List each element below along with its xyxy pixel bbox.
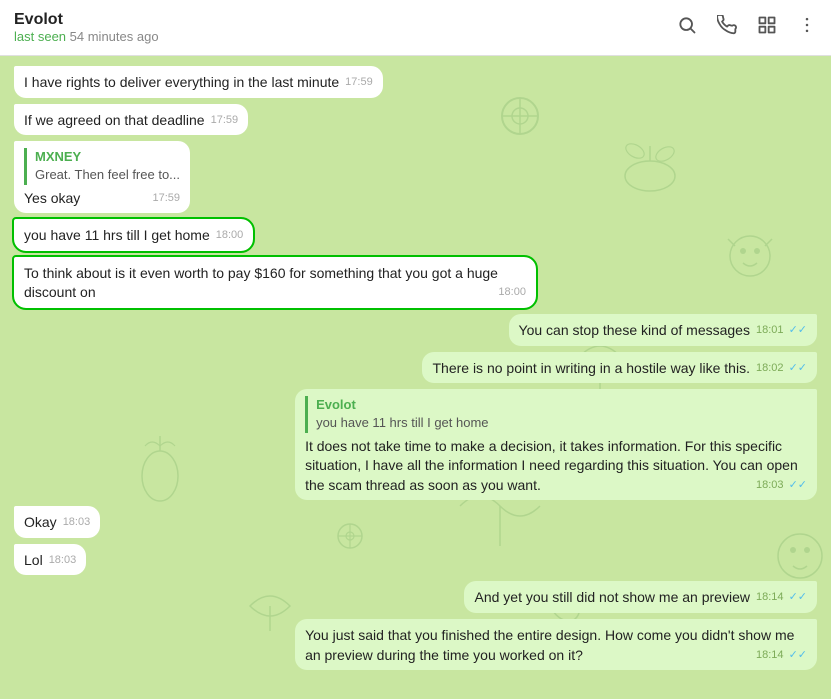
- message-time: 18:03: [49, 553, 77, 568]
- message-time: 18:14 ✓✓: [756, 590, 807, 605]
- bubble-incoming-highlighted: you have 11 hrs till I get home 18:00: [14, 219, 253, 251]
- read-receipts: ✓✓: [789, 362, 807, 374]
- read-receipts: ✓✓: [789, 649, 807, 661]
- message-row: I have rights to deliver everything in t…: [14, 66, 817, 98]
- message-time: 18:03: [63, 515, 91, 530]
- message-text: Yes okay: [24, 190, 80, 206]
- contact-status: last seen 54 minutes ago: [14, 29, 677, 44]
- bubble-incoming: MXNEY Great. Then feel free to... Yes ok…: [14, 141, 190, 213]
- bubble-outgoing: Evolot you have 11 hrs till I get home I…: [295, 389, 817, 500]
- message-time: 17:59: [152, 191, 180, 206]
- bubble-incoming-highlighted: To think about is it even worth to pay $…: [14, 257, 536, 308]
- more-icon[interactable]: [797, 15, 817, 41]
- message-row: Evolot you have 11 hrs till I get home I…: [14, 389, 817, 500]
- message-text: There is no point in writing in a hostil…: [432, 360, 749, 376]
- chat-area: I have rights to deliver everything in t…: [0, 56, 831, 699]
- message-text: And yet you still did not show me an pre…: [474, 589, 749, 605]
- quote-author: MXNEY: [35, 148, 180, 166]
- message-row: You can stop these kind of messages 18:0…: [14, 314, 817, 346]
- phone-icon[interactable]: [717, 15, 737, 41]
- header-info: Evolot last seen 54 minutes ago: [14, 11, 677, 44]
- message-text: To think about is it even worth to pay $…: [24, 265, 498, 301]
- bubble-incoming: Okay 18:03: [14, 506, 100, 538]
- chat-header: Evolot last seen 54 minutes ago: [0, 0, 831, 56]
- quote-block: MXNEY Great. Then feel free to...: [24, 148, 180, 184]
- message-row: You just said that you finished the enti…: [14, 619, 817, 670]
- bubble-incoming: Lol 18:03: [14, 544, 86, 576]
- read-receipts: ✓✓: [789, 591, 807, 603]
- read-receipts: ✓✓: [789, 479, 807, 491]
- message-time: 17:59: [345, 75, 373, 90]
- status-prefix: last seen: [14, 29, 70, 44]
- message-text: If we agreed on that deadline: [24, 112, 205, 128]
- message-text: Lol: [24, 552, 43, 568]
- message-row: Lol 18:03: [14, 544, 817, 576]
- message-text: You just said that you finished the enti…: [305, 627, 794, 663]
- message-time: 18:14 ✓✓: [756, 648, 807, 663]
- read-receipts: ✓✓: [789, 324, 807, 336]
- quote-text: you have 11 hrs till I get home: [316, 414, 807, 432]
- layout-icon[interactable]: [757, 15, 777, 41]
- search-icon[interactable]: [677, 15, 697, 41]
- message-text: It does not take time to make a decision…: [305, 438, 798, 493]
- message-row: MXNEY Great. Then feel free to... Yes ok…: [14, 141, 817, 213]
- message-time: 17:59: [211, 113, 239, 128]
- message-time: 18:00: [216, 228, 244, 243]
- status-time: 54 minutes ago: [70, 29, 159, 44]
- message-time: 18:02 ✓✓: [756, 361, 807, 376]
- quote-block: Evolot you have 11 hrs till I get home: [305, 396, 807, 432]
- bubble-incoming: If we agreed on that deadline 17:59: [14, 104, 248, 136]
- quote-text: Great. Then feel free to...: [35, 166, 180, 184]
- message-row: If we agreed on that deadline 17:59: [14, 104, 817, 136]
- bubble-incoming: I have rights to deliver everything in t…: [14, 66, 383, 98]
- message-time: 18:03 ✓✓: [756, 478, 807, 493]
- message-row: And yet you still did not show me an pre…: [14, 581, 817, 613]
- message-time: 18:01 ✓✓: [756, 323, 807, 338]
- message-row: Okay 18:03: [14, 506, 817, 538]
- message-row: you have 11 hrs till I get home 18:00: [14, 219, 817, 251]
- message-text: I have rights to deliver everything in t…: [24, 74, 339, 90]
- message-time: 18:00: [498, 285, 526, 300]
- bubble-outgoing: And yet you still did not show me an pre…: [464, 581, 817, 613]
- message-text: Okay: [24, 514, 57, 530]
- message-text: you have 11 hrs till I get home: [24, 227, 210, 243]
- bubble-outgoing: You just said that you finished the enti…: [295, 619, 817, 670]
- bubble-outgoing: You can stop these kind of messages 18:0…: [509, 314, 817, 346]
- bubble-outgoing: There is no point in writing in a hostil…: [422, 352, 817, 384]
- message-row: To think about is it even worth to pay $…: [14, 257, 817, 308]
- quote-author: Evolot: [316, 396, 807, 414]
- message-row: There is no point in writing in a hostil…: [14, 352, 817, 384]
- header-icons: [677, 15, 817, 41]
- contact-name: Evolot: [14, 11, 677, 29]
- message-text: You can stop these kind of messages: [519, 322, 750, 338]
